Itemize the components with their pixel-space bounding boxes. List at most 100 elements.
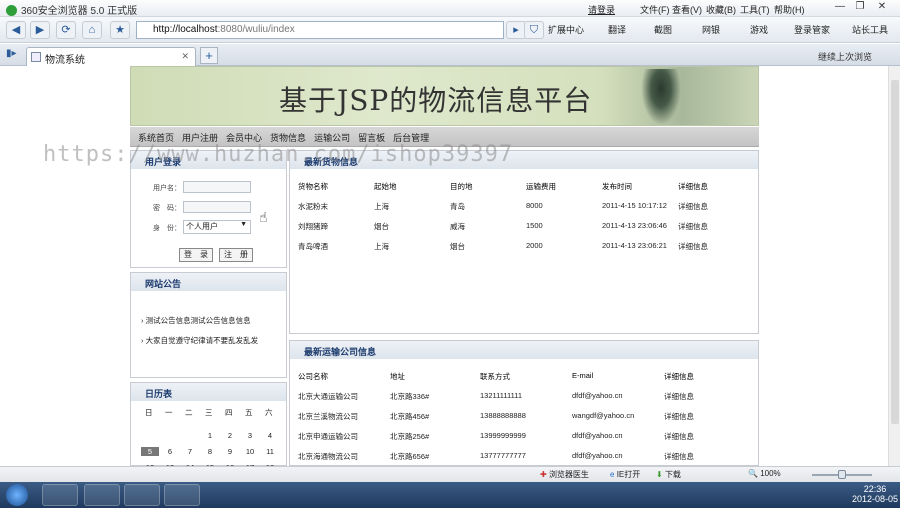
menu-help[interactable]: 帮助(H) xyxy=(774,3,805,16)
tab-active[interactable]: 物流系统 ✕ xyxy=(26,47,196,66)
role-label: 身 份： xyxy=(153,225,181,232)
calendar-day[interactable]: 9 xyxy=(221,447,239,456)
detail-link[interactable]: 详细信息 xyxy=(664,391,694,402)
calendar-day[interactable]: 1 xyxy=(201,431,219,440)
ie-open[interactable]: e IE打开 xyxy=(610,469,640,480)
toolbar-ebank[interactable]: 网银 xyxy=(702,23,720,36)
table-cell: 2000 xyxy=(526,241,543,250)
detail-link[interactable]: 详细信息 xyxy=(678,221,708,232)
page-scrollbar[interactable] xyxy=(888,66,900,466)
table-cell: wangdf@yahoo.cn xyxy=(572,411,635,420)
menu-file[interactable]: 文件(F) xyxy=(640,3,670,16)
refresh-icon[interactable]: ⟳ xyxy=(56,21,76,39)
back-icon[interactable]: ◀ xyxy=(6,21,26,39)
toolbar-games[interactable]: 游戏 xyxy=(750,23,768,36)
table-cell: 地址 xyxy=(390,372,405,381)
menu-view[interactable]: 查看(V) xyxy=(672,3,702,16)
calendar-day[interactable]: 6 xyxy=(161,447,179,456)
download-button[interactable]: ⬇ 下载 xyxy=(656,469,681,480)
detail-link[interactable]: 详细信息 xyxy=(664,431,694,442)
notice-title: 网站公告 xyxy=(131,273,286,291)
download-icon: ⬇ xyxy=(656,470,663,479)
table-cell: 北京大通运输公司 xyxy=(298,392,358,401)
zoom-slider-handle[interactable] xyxy=(838,470,846,479)
login-button[interactable]: 登 录 xyxy=(179,248,213,262)
new-tab-button[interactable]: + xyxy=(200,47,218,64)
taskbar-clock[interactable]: 22:36 2012-08-05 xyxy=(852,484,898,504)
calendar-day[interactable]: 7 xyxy=(181,447,199,456)
detail-link[interactable]: 详细信息 xyxy=(678,201,708,212)
table-cell: 青岛 xyxy=(450,202,465,211)
calendar-day[interactable]: 4 xyxy=(261,431,279,440)
calendar-day[interactable]: 5 xyxy=(141,447,159,456)
sidebar-toggle-icon[interactable]: ▮▸ xyxy=(6,48,17,59)
password-input[interactable] xyxy=(183,201,251,213)
username-label: 用户名： xyxy=(153,185,181,192)
table-cell: 8000 xyxy=(526,201,543,210)
table-cell: 北京路456# xyxy=(390,412,430,421)
ie-icon: e xyxy=(610,470,615,479)
calendar-day[interactable]: 3 xyxy=(241,431,259,440)
table-cell: 北京海通物流公司 xyxy=(298,452,358,461)
detail-link[interactable]: 详细信息 xyxy=(678,241,708,252)
register-button[interactable]: 注 册 xyxy=(219,248,253,262)
table-cell: 13888888888 xyxy=(480,411,526,420)
scrollbar-thumb[interactable] xyxy=(891,80,899,424)
toolbar-screenshot[interactable]: 截图 xyxy=(654,23,672,36)
taskbar-app-icon[interactable] xyxy=(124,484,160,506)
table-cell: dfdf@yahoo.cn xyxy=(572,391,623,400)
site-title: 基于JSP的物流信息平台 xyxy=(279,84,593,117)
start-button[interactable] xyxy=(6,484,28,506)
table-cell: 2011-4-13 23:06:46 xyxy=(602,221,667,230)
calendar-day[interactable]: 10 xyxy=(241,447,259,456)
table-cell: 公司名称 xyxy=(298,372,328,381)
favorite-star-icon[interactable]: ★ xyxy=(110,21,130,39)
close-icon[interactable]: ✕ xyxy=(872,1,892,15)
company-panel: 最新运输公司信息 公司名称 地址 联系方式 E-mail 详细信息 北京大通运输公司 北京路… xyxy=(289,340,759,466)
goods-panel: 最新货物信息 货物名称 起始地 目的地 运输费用 发布时间 详细信息 水泥粉末 上海 青岛 800… xyxy=(289,150,759,334)
menu-tools[interactable]: 工具(T) xyxy=(740,3,770,16)
toolbar-translate[interactable]: 翻译 xyxy=(608,23,626,36)
table-cell: 13999999999 xyxy=(480,431,526,440)
calendar-weekday: 三 xyxy=(205,408,213,417)
calendar-day[interactable]: 2 xyxy=(221,431,239,440)
detail-link[interactable]: 详细信息 xyxy=(664,411,694,422)
table-cell: 上海 xyxy=(374,242,389,251)
zoom-level[interactable]: 🔍 100% xyxy=(748,469,781,478)
maximize-icon[interactable]: ❐ xyxy=(850,1,870,15)
login-link[interactable]: 请登录 xyxy=(588,3,615,16)
calendar-day[interactable]: 8 xyxy=(201,447,219,456)
calendar-day[interactable]: 11 xyxy=(261,447,279,456)
address-bar[interactable]: http://localhost:8080/wuliu/index xyxy=(136,21,504,39)
role-select[interactable]: 个人用户 ▼ xyxy=(183,220,251,234)
notice-item[interactable]: › 大家自觉遵守纪律请不要乱发乱发 xyxy=(141,335,258,346)
taskbar-eclipse-icon[interactable] xyxy=(164,484,200,506)
menu-favorites[interactable]: 收藏(B) xyxy=(706,3,736,16)
toolbar-webmaster[interactable]: 站长工具 xyxy=(852,23,888,36)
table-cell: 水泥粉末 xyxy=(298,202,328,211)
forward-icon[interactable]: ▶ xyxy=(30,21,50,39)
detail-link[interactable]: 详细信息 xyxy=(664,451,694,462)
windows-taskbar: 22:36 2012-08-05 xyxy=(0,482,900,508)
toolbar-login-manager[interactable]: 登录管家 xyxy=(794,23,830,36)
minimize-icon[interactable]: — xyxy=(830,1,850,15)
toolbar-extensions[interactable]: 扩展中心 xyxy=(548,23,584,36)
tab-close-icon[interactable]: ✕ xyxy=(181,51,189,62)
notice-item[interactable]: › 测试公告信息测试公告信息信息 xyxy=(141,315,251,326)
calendar-weekday: 一 xyxy=(165,408,173,417)
table-cell: dfdf@yahoo.cn xyxy=(572,431,623,440)
table-cell: 北京申通运输公司 xyxy=(298,432,358,441)
username-input[interactable] xyxy=(183,181,251,193)
calendar-weekday: 二 xyxy=(185,408,193,417)
table-cell: 起始地 xyxy=(374,182,397,191)
table-cell: 货物名称 xyxy=(298,182,328,191)
shield-icon[interactable]: ⛉ xyxy=(524,21,544,39)
go-icon[interactable]: ▸ xyxy=(506,21,526,39)
taskbar-ie-icon[interactable] xyxy=(84,484,120,506)
browser-doctor[interactable]: ✚ 浏览器医生 xyxy=(540,469,589,480)
table-cell: 发布时间 xyxy=(602,182,632,191)
restore-session[interactable]: 继续上次浏览 xyxy=(818,50,872,63)
table-cell: 详细信息 xyxy=(678,182,708,191)
home-icon[interactable]: ⌂ xyxy=(82,21,102,39)
taskbar-360-browser-icon[interactable] xyxy=(42,484,78,506)
